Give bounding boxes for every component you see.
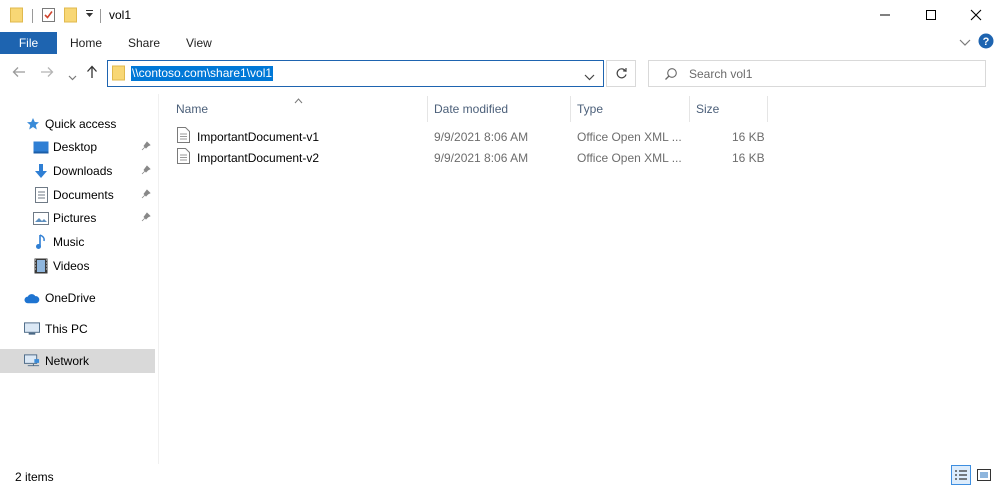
up-button[interactable] [86,65,98,83]
large-icons-view-button[interactable] [974,465,994,485]
file-type: Office Open XML ... [577,130,682,144]
sort-ascending-icon [294,93,303,107]
tab-home[interactable]: Home [70,36,102,50]
back-button[interactable] [12,65,26,82]
pin-icon [141,164,151,178]
network-icon [24,353,40,369]
videos-icon [33,258,49,274]
nav-item-downloads[interactable]: Downloads [0,159,155,183]
file-size: 16 KB [732,130,765,144]
column-header-name[interactable]: Name [176,96,208,122]
window-title: vol1 [109,8,132,22]
recent-locations-icon[interactable] [68,68,77,85]
file-size: 16 KB [732,151,765,165]
search-box[interactable]: Search vol1 [648,60,986,87]
search-icon [664,67,678,84]
search-input[interactable]: Search vol1 [689,67,752,81]
column-header-type[interactable]: Type [577,96,603,122]
column-separator[interactable] [427,96,428,122]
file-name: ImportantDocument-v2 [197,151,320,165]
document-icon [177,127,190,146]
address-dropdown-icon[interactable] [584,70,595,84]
nav-item-documents[interactable]: Documents [0,183,155,207]
pin-icon [141,188,151,202]
nav-item-videos[interactable]: Videos [0,254,155,278]
forward-button[interactable] [40,65,54,82]
tab-share[interactable]: Share [128,36,160,50]
column-separator[interactable] [570,96,571,122]
maximize-button[interactable] [908,0,954,30]
close-button[interactable] [953,0,999,30]
nav-item-pictures[interactable]: Pictures [0,206,155,230]
document-icon [177,148,190,167]
column-header-size[interactable]: Size [696,96,719,122]
nav-item-desktop[interactable]: Desktop [0,135,155,159]
customize-quick-access-icon[interactable] [85,9,94,19]
computer-icon [24,321,40,337]
file-date: 9/9/2021 8:06 AM [434,130,529,144]
documents-icon [33,187,49,203]
pictures-icon [33,210,49,226]
column-separator[interactable] [767,96,768,122]
address-row: \\contoso.com\share1\vol1 Search vol1 [0,57,999,93]
large-icons-view-icon [977,469,991,481]
desktop-icon [33,139,49,155]
refresh-icon [616,68,627,79]
nav-item-this-pc[interactable]: This PC [0,317,155,341]
folder-icon [10,7,24,23]
refresh-button[interactable] [606,60,636,87]
pane-divider [158,94,159,464]
ribbon-tabs: File Home Share View ? [0,32,999,54]
star-icon [25,116,41,132]
download-icon [33,163,49,179]
title-divider [100,9,101,23]
minimize-button[interactable] [862,0,908,30]
folder-icon [112,65,126,84]
title-bar: vol1 [0,0,999,32]
expand-ribbon-icon[interactable] [959,36,971,50]
cloud-icon [24,290,40,306]
pin-icon [141,140,151,154]
nav-item-onedrive[interactable]: OneDrive [0,286,155,310]
tab-file[interactable]: File [0,32,57,54]
nav-item-quick-access[interactable]: Quick access [0,112,155,136]
help-icon[interactable]: ? [978,33,994,52]
address-bar[interactable]: \\contoso.com\share1\vol1 [107,60,604,87]
status-item-count: 2 items [15,470,54,484]
column-separator[interactable] [689,96,690,122]
column-header-date-modified[interactable]: Date modified [434,96,508,122]
file-row[interactable]: ImportantDocument-v1 9/9/2021 8:06 AM Of… [172,127,772,148]
navigation-pane: Quick access Desktop Downloads Documents [0,96,158,464]
file-type: Office Open XML ... [577,151,682,165]
file-date: 9/9/2021 8:06 AM [434,151,529,165]
properties-icon[interactable] [41,7,57,23]
file-name: ImportantDocument-v1 [197,130,320,144]
details-view-button[interactable] [951,465,971,485]
details-view-icon [955,470,967,480]
tab-view[interactable]: View [186,36,212,50]
file-row[interactable]: ImportantDocument-v2 9/9/2021 8:06 AM Of… [172,148,772,169]
address-path[interactable]: \\contoso.com\share1\vol1 [131,66,274,81]
new-folder-icon[interactable] [64,7,78,23]
nav-item-network[interactable]: Network [0,349,155,373]
pin-icon [141,211,151,225]
svg-text:?: ? [983,36,990,48]
nav-item-music[interactable]: Music [0,230,155,254]
music-icon [33,234,49,250]
toolbar-divider [32,9,33,23]
